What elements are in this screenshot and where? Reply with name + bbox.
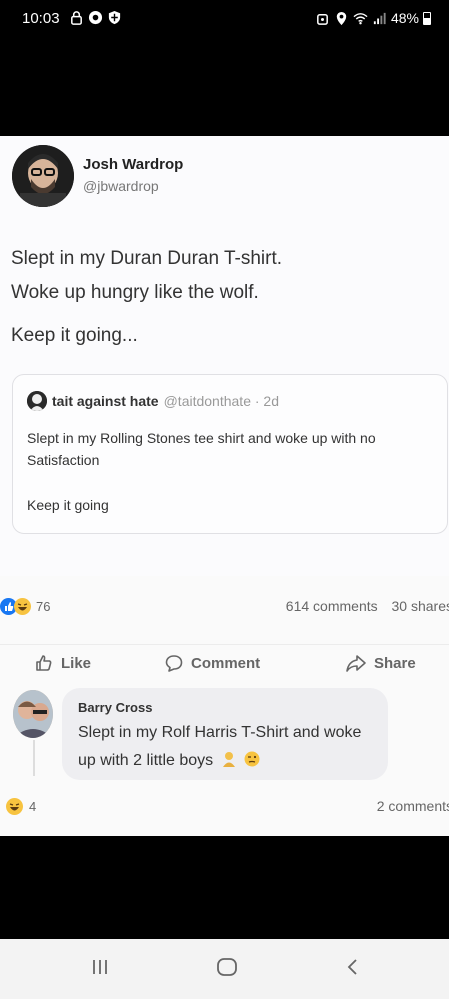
comment-icon — [165, 655, 183, 672]
quote-author-handle: @taitdonthate · 2d — [163, 393, 279, 409]
tweet-line: Slept in my Duran Duran T-shirt. — [11, 248, 283, 269]
post-area: Josh Wardrop @jbwardrop Slept in my Dura… — [0, 136, 449, 836]
quoted-tweet[interactable]: tait against hate @taitdonthate · 2d Sle… — [12, 374, 448, 534]
commenter-avatar[interactable] — [13, 690, 53, 738]
barry-avatar-image — [13, 690, 53, 738]
recents-icon[interactable] — [90, 957, 110, 977]
alarm-icon — [317, 13, 328, 25]
location-icon — [336, 11, 347, 25]
navigation-bar — [0, 939, 449, 999]
comment-reaction-summary[interactable]: 4 — [6, 798, 36, 815]
shares-count-link[interactable]: 30 shares — [392, 598, 449, 614]
battery-icon — [423, 11, 431, 25]
comments-count-link[interactable]: 614 comments — [286, 598, 378, 614]
reaction-count: 76 — [36, 599, 51, 614]
status-bar: 10:03 48% — [0, 0, 449, 40]
chrome-icon — [88, 10, 103, 25]
engagement-counts: 614 comments 30 shares — [276, 598, 449, 614]
comment-author[interactable]: Barry Cross — [78, 700, 152, 715]
comment-bubble[interactable]: Barry Cross Slept in my Rolf Harris T-Sh… — [62, 688, 388, 780]
thumbs-up-icon — [36, 655, 52, 671]
haha-reaction-icon — [14, 598, 31, 615]
like-label: Like — [61, 654, 92, 672]
tweet-text: Slept in my Duran Duran T-shirt. Woke up… — [11, 242, 282, 353]
lock-icon — [71, 11, 82, 25]
comment-text: Slept in my Rolf Harris T-Shirt and woke… — [78, 719, 378, 775]
haha-reaction-icon — [6, 798, 23, 815]
comment-replies-link[interactable]: 2 comments — [377, 798, 449, 814]
back-icon[interactable] — [343, 957, 363, 977]
tweet-line: Woke up hungry like the wolf. — [11, 282, 259, 303]
comment-label: Comment — [191, 654, 261, 672]
tweet-author-handle[interactable]: @jbwardrop — [83, 178, 159, 194]
josh-avatar-image — [12, 145, 74, 207]
share-button[interactable]: Share — [345, 653, 416, 673]
status-time: 10:03 — [22, 10, 60, 27]
status-right: 48% — [315, 10, 431, 26]
home-icon[interactable] — [216, 957, 238, 977]
like-button[interactable]: Like — [34, 653, 91, 673]
signal-icon — [373, 12, 386, 24]
winking-emoji-icon — [244, 749, 260, 767]
quote-avatar — [27, 391, 47, 411]
battery-percent: 48% — [390, 10, 419, 26]
comment-button[interactable]: Comment — [164, 653, 260, 673]
avatar[interactable] — [12, 145, 74, 207]
post-actions: Like Comment Share — [0, 644, 449, 674]
person-emoji-icon — [221, 749, 237, 767]
facebook-post-footer: 76 614 comments 30 shares Like Comment S… — [0, 576, 449, 836]
reaction-summary[interactable]: 76 — [0, 598, 50, 615]
wifi-icon — [353, 12, 368, 24]
quote-header: tait against hate @taitdonthate · 2d — [27, 391, 279, 411]
quote-text-2: Keep it going — [27, 497, 109, 513]
quote-author-name: tait against hate — [52, 393, 159, 409]
comment-reaction-count: 4 — [29, 799, 37, 814]
tweet-author-name[interactable]: Josh Wardrop — [83, 156, 183, 173]
quote-text: Slept in my Rolling Stones tee shirt and… — [27, 430, 376, 468]
status-left-icons — [69, 10, 122, 25]
share-icon — [346, 655, 366, 672]
shield-icon — [108, 10, 121, 25]
share-label: Share — [374, 654, 416, 672]
tweet-line: Keep it going... — [11, 325, 138, 346]
thread-line — [33, 740, 35, 776]
